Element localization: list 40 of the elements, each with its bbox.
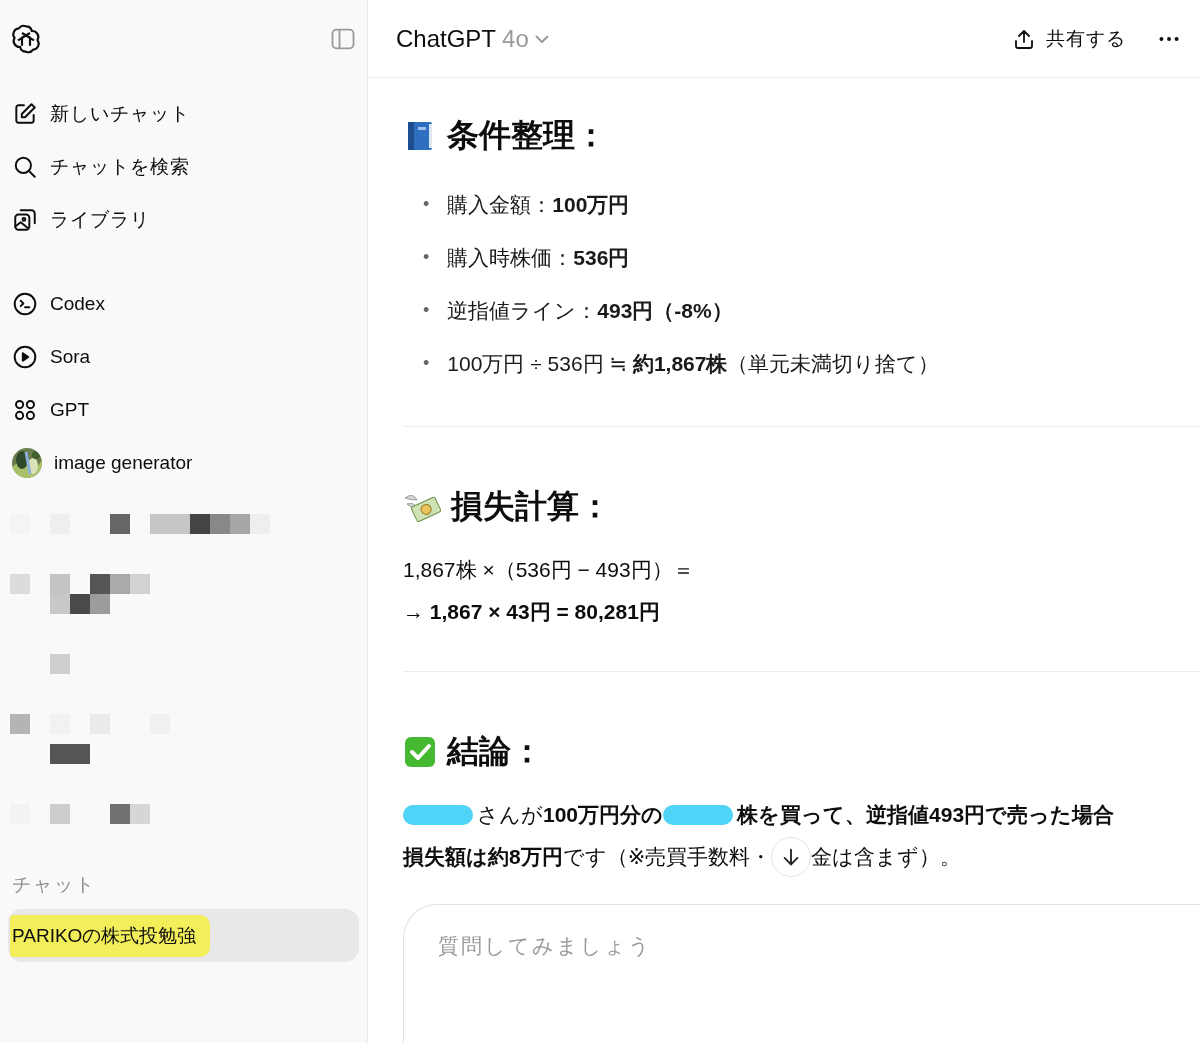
terminal-icon [12,290,38,317]
sidebar-item[interactable]: ライブラリ [8,193,359,246]
calculation-text: → 1,867 × 43円 = 80,281円 [403,599,660,625]
scroll-down-button[interactable] [771,837,812,877]
bullet-text: 逆指値ライン：493円（-8%） [447,297,733,324]
bullet-text: 購入金額：100万円 [447,191,630,218]
section-heading: 結論： [447,732,543,771]
model-selector[interactable]: ChatGPT 4o [396,24,549,53]
checkmark-icon [403,735,437,769]
chat-item[interactable]: PARIKOの株式投勉強 [8,909,359,962]
conclusion-text: 金は含まず）。 [811,844,962,870]
conclusion-text: さんが100万円分の [477,802,664,828]
redaction-mark [403,805,473,825]
conclusion-text: 損失額は約8万円です（※売買手数料・ [403,844,772,870]
logo-icon [10,22,42,55]
message-field[interactable]: 質問してみましょう [436,933,1040,959]
conclusion-text: 株を買って、逆指値493円で売った場合 [737,802,1115,828]
sidebar-item[interactable]: Codex [8,277,359,330]
bullet-marker: • [423,353,430,374]
section-heading: 損失計算： [451,487,611,526]
bullet-marker: • [423,194,430,215]
sidebar-item[interactable]: image generator [8,436,359,489]
image-library-icon [12,206,38,233]
bullet-marker: • [423,247,430,268]
bullet-text: 購入時株価：536円 [447,244,630,271]
redaction-mark [663,805,734,825]
sidebar-item[interactable]: 新しいチャット [8,87,359,140]
bullet-text: 100万円 ÷ 536円 ≒ 約1,867株（単元未満切り捨て） [447,350,940,377]
chevron-down-icon [534,34,549,43]
bullet-marker: • [423,300,430,321]
play-icon [12,343,38,370]
calculation-text: 1,867株 ×（536円 − 493円）＝ [403,557,694,583]
sidebar-item[interactable]: GPT [8,383,359,436]
chat-title: PARIKOの株式投勉強 [10,914,211,957]
share-button[interactable]: 共有する [1012,25,1126,52]
section-label: チャット [11,873,97,897]
sidebar-item[interactable]: Sora [8,330,359,383]
section-heading: 条件整理： [447,116,607,155]
sidebar-item[interactable]: チャットを検索 [8,140,359,193]
edit-icon [12,100,38,127]
